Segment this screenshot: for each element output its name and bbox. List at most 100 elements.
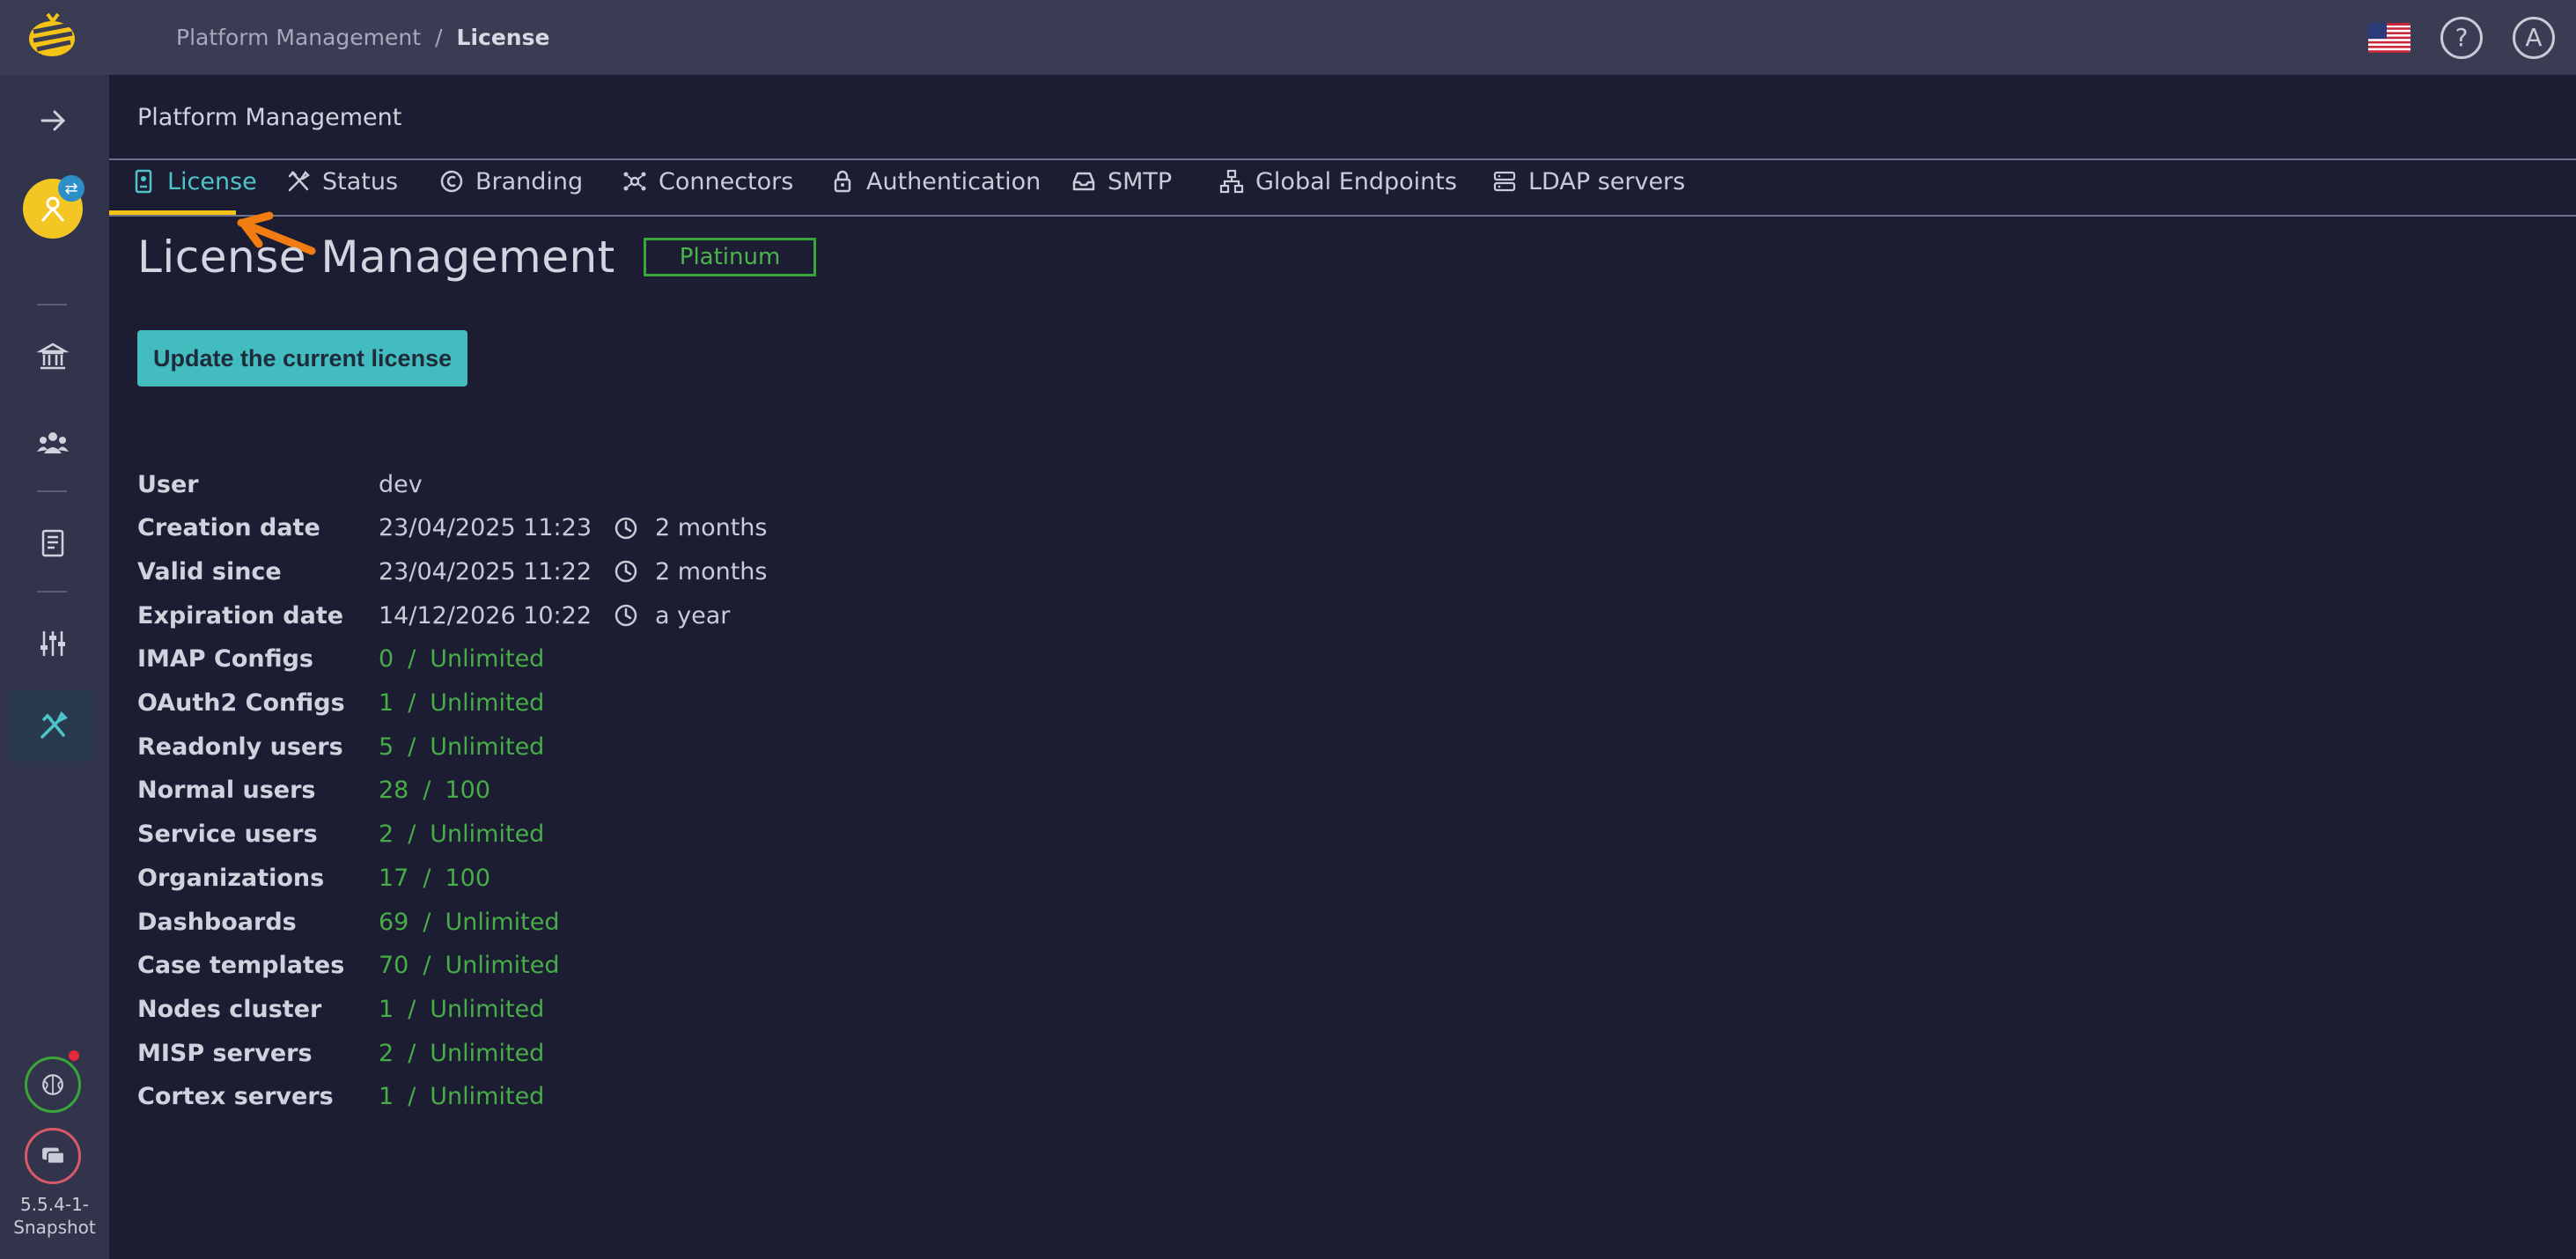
quota-separator: /	[423, 952, 431, 980]
tab-branding[interactable]: Branding	[438, 160, 583, 202]
detail-label: Dashboards	[137, 908, 297, 936]
relative-time: 2 months	[655, 514, 768, 542]
detail-value: 14/12/2026 10:22 a year	[379, 602, 730, 630]
detail-value: 23/04/2025 11:22 2 months	[379, 558, 767, 585]
detail-label: OAuth2 Configs	[137, 689, 345, 717]
quota-used: 5	[379, 733, 394, 761]
clock-icon	[615, 561, 637, 583]
help-icon[interactable]: ?	[2440, 16, 2483, 59]
quota-limit: Unlimited	[430, 733, 545, 761]
detail-label: Readonly users	[137, 733, 343, 761]
detail-value: 0 / Unlimited	[379, 645, 544, 673]
detail-value: 1 / Unlimited	[379, 996, 544, 1023]
quota-limit: Unlimited	[430, 1039, 545, 1067]
quota-separator: /	[408, 995, 416, 1023]
tab-ldap-servers-label: LDAP servers	[1528, 167, 1686, 195]
breadcrumb-current: License	[456, 25, 550, 50]
breadcrumb: Platform Management / License	[176, 0, 549, 75]
quota-used: 1	[379, 689, 394, 717]
page-title: License Management	[137, 232, 615, 283]
quota-limit: Unlimited	[430, 821, 545, 849]
tab-global-endpoints[interactable]: Global Endpoints	[1218, 160, 1457, 202]
brain-icon[interactable]	[25, 1057, 81, 1113]
quota-limit: Unlimited	[430, 689, 545, 717]
sidebar-divider	[37, 490, 67, 492]
clock-icon	[615, 604, 637, 627]
date-value: 23/04/2025 11:23	[379, 514, 592, 542]
detail-value: 1 / Unlimited	[379, 689, 544, 717]
detail-label: Service users	[137, 821, 318, 849]
network-icon	[1219, 169, 1244, 194]
detail-label: Expiration date	[137, 601, 344, 630]
user-avatar[interactable]: A	[2513, 16, 2555, 59]
tab-license-label: License	[167, 167, 257, 195]
page-header: Platform Management	[137, 103, 402, 131]
detail-label: Normal users	[137, 777, 316, 805]
top-right-actions: ? A	[2368, 0, 2555, 75]
quota-used: 1	[379, 1083, 394, 1111]
platform-tools-icon[interactable]	[11, 691, 95, 762]
tab-smtp[interactable]: SMTP	[1071, 160, 1172, 202]
breadcrumb-separator: /	[435, 25, 443, 50]
quota-separator: /	[408, 689, 416, 717]
us-flag-icon[interactable]	[2368, 22, 2410, 53]
detail-label: Case templates	[137, 952, 345, 980]
server-icon	[1493, 171, 1516, 192]
quota-separator: /	[408, 1039, 416, 1067]
quota-used: 17	[379, 864, 409, 892]
quota-limit: Unlimited	[430, 645, 545, 674]
sidebar: ⇄ 5.5.4-1-Snapshot	[0, 75, 109, 1259]
inbox-icon	[1072, 172, 1095, 191]
quota-separator: /	[408, 733, 416, 761]
quota-separator: /	[423, 908, 431, 936]
tabs-divider	[109, 215, 2576, 217]
switch-org-icon[interactable]: ⇄	[58, 175, 85, 202]
quota-used: 69	[379, 908, 409, 936]
settings-sliders-icon[interactable]	[11, 608, 95, 679]
quota-limit: 100	[445, 777, 491, 805]
tab-branding-label: Branding	[475, 167, 584, 195]
tab-smtp-label: SMTP	[1108, 167, 1173, 195]
quota-separator: /	[408, 1083, 416, 1111]
tab-status-label: Status	[322, 167, 399, 195]
quota-limit: Unlimited	[430, 1083, 545, 1111]
tab-license[interactable]: License	[130, 160, 257, 202]
users-icon[interactable]	[11, 408, 95, 478]
detail-label: MISP servers	[137, 1039, 313, 1067]
user-value: dev	[379, 470, 423, 498]
knowledge-base-icon[interactable]	[11, 508, 95, 578]
chat-icon[interactable]	[25, 1128, 81, 1184]
tools-icon	[288, 171, 310, 192]
connectors-icon	[623, 172, 646, 191]
quota-used: 70	[379, 952, 409, 980]
lock-icon	[834, 170, 851, 193]
top-bar: Platform Management / License ? A	[0, 0, 2576, 75]
quota-used: 2	[379, 821, 394, 849]
detail-label: IMAP Configs	[137, 645, 313, 674]
version-label: 5.5.4-1-Snapshot	[13, 1194, 96, 1238]
detail-value: 17 / 100	[379, 865, 490, 892]
app-logo[interactable]	[21, 5, 83, 67]
tab-connectors[interactable]: Connectors	[622, 160, 793, 202]
tab-ldap-servers[interactable]: LDAP servers	[1491, 160, 1685, 202]
expand-arrow-icon[interactable]	[11, 85, 95, 156]
quota-separator: /	[423, 777, 431, 805]
detail-value: 2 / Unlimited	[379, 1040, 544, 1067]
license-title-row: License Management Platinum	[137, 232, 817, 283]
organization-icon[interactable]	[11, 321, 95, 392]
copyright-icon	[440, 170, 463, 193]
detail-value: 28 / 100	[379, 777, 490, 804]
quota-limit: Unlimited	[445, 952, 560, 980]
relative-time: a year	[655, 601, 731, 630]
tab-authentication[interactable]: Authentication	[829, 160, 1041, 202]
detail-value: 69 / Unlimited	[379, 909, 560, 936]
quota-used: 2	[379, 1039, 394, 1067]
tab-status[interactable]: Status	[285, 160, 398, 202]
quota-limit: 100	[445, 864, 491, 892]
detail-label: User	[137, 470, 199, 498]
license-tier-badge: Platinum	[643, 238, 817, 276]
update-license-button[interactable]: Update the current license	[137, 330, 468, 387]
quota-separator: /	[408, 645, 416, 674]
breadcrumb-parent[interactable]: Platform Management	[176, 25, 421, 50]
detail-label: Valid since	[137, 557, 282, 585]
